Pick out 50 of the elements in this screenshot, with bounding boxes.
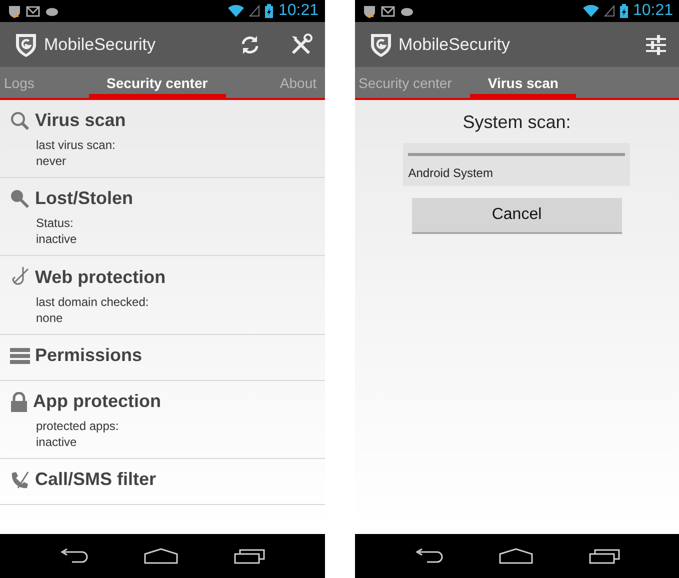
clock-time: 10:21 [632,2,673,20]
feature-row[interactable]: Permissions [0,335,324,381]
cancel-button[interactable]: Cancel [412,198,622,234]
mail-icon [26,6,40,16]
wifi-icon [582,5,599,17]
feature-row[interactable]: App protection protected apps: inactive [0,381,324,459]
feature-row[interactable]: Virus scan last virus scan: never [0,100,324,178]
feature-row[interactable]: Call/SMS filter [0,459,324,505]
list-icon [10,346,30,364]
lock-icon [10,392,28,412]
feature-status: never [35,153,68,169]
key-icon [10,188,30,208]
clock-time: 10:21 [278,2,318,20]
home-icon[interactable] [144,548,178,564]
feature-status: inactive [35,434,78,450]
shield-logo-icon [368,32,392,58]
shield-logo-icon [14,32,38,58]
feature-status: none [35,310,64,326]
feature-title: App protection [33,391,161,412]
feature-title: Lost/Stolen [35,188,133,209]
signal-icon [604,5,615,17]
feature-row[interactable]: Lost/Stolen Status: inactive [0,178,324,256]
app-title: MobileSecurity [44,34,156,54]
feature-status: Status: [35,215,74,231]
recent-apps-icon[interactable] [588,548,621,564]
shield-icon [362,4,376,18]
feature-status: last domain checked: [35,294,150,310]
battery-icon [265,4,274,18]
scan-heading: System scan: [462,112,571,133]
scanned-app: Android System [408,166,494,180]
search-icon [10,110,30,130]
settings-icon[interactable] [645,34,667,56]
feature-title: Web protection [35,266,166,288]
wifi-icon [228,5,244,17]
app-title: MobileSecurity [398,34,510,54]
mail-icon [380,6,394,16]
feature-status: inactive [35,231,78,247]
feature-title: Permissions [35,345,142,366]
back-icon[interactable] [58,548,88,564]
home-icon[interactable] [498,548,533,564]
recent-apps-icon[interactable] [234,548,266,564]
feature-title: Virus scan [35,110,126,131]
feature-title: Call/SMS filter [35,469,156,490]
phone-icon [10,470,30,490]
feature-status: last virus scan: [35,137,116,153]
signal-icon [249,5,260,17]
feature-status: protected apps: [35,418,120,434]
battery-icon [620,4,628,18]
feature-row[interactable]: Web protection last domain checked: none [0,256,324,335]
shield-icon [8,4,21,18]
